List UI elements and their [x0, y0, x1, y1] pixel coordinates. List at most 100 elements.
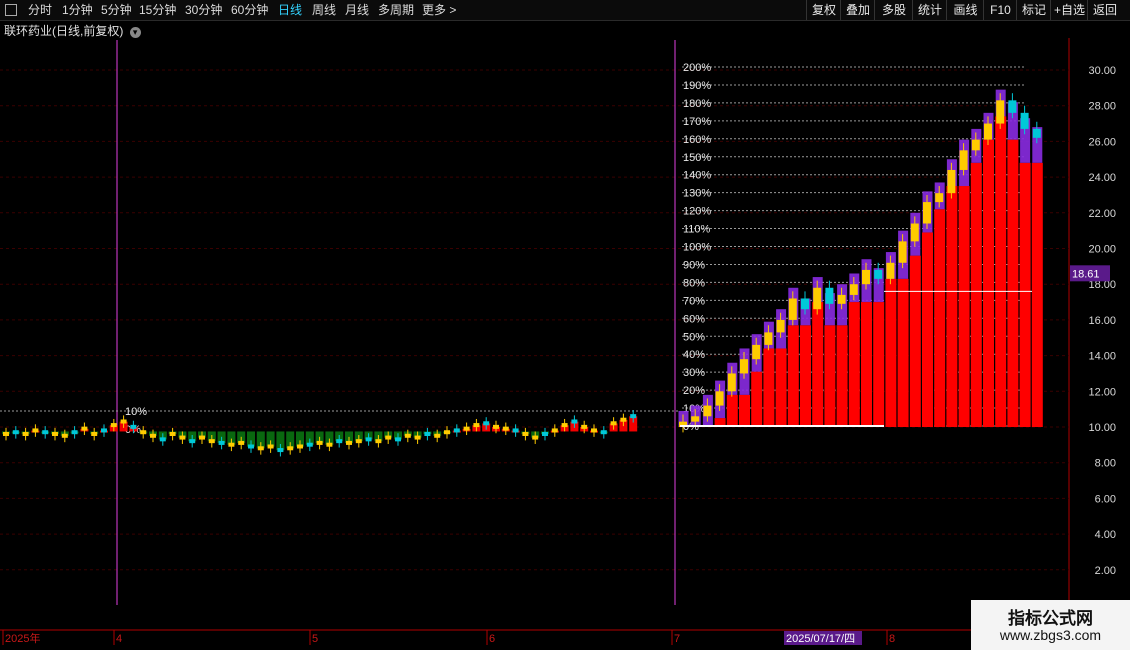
watermark-line2: www.zbgs3.com — [999, 627, 1102, 643]
candle-body — [740, 359, 748, 374]
candle-body — [727, 373, 736, 392]
pct-label-13: 70% — [683, 295, 705, 307]
candle-body — [620, 417, 627, 422]
date-label-1: 4 — [116, 633, 122, 645]
candle-body — [776, 319, 785, 333]
pct-label-8: 120% — [683, 206, 711, 218]
candle-body — [600, 430, 607, 435]
candle-body — [22, 431, 29, 436]
candle-body — [752, 344, 761, 360]
candle-body — [581, 424, 588, 429]
pct-label-18: 20% — [683, 385, 705, 397]
candle-body — [512, 428, 519, 433]
candle-body — [306, 442, 313, 447]
candle-body — [346, 440, 352, 445]
candlestick-chart[interactable]: 30.0028.0026.0024.0022.0020.0018.0016.00… — [0, 0, 1130, 650]
candle-body — [764, 332, 773, 345]
candle-body — [140, 430, 147, 435]
step-bar — [775, 348, 787, 427]
candle-body — [101, 428, 107, 433]
step-bar — [787, 325, 799, 427]
candle-body — [453, 428, 460, 433]
price-tick-8: 14.00 — [1088, 351, 1116, 363]
candle-body — [996, 100, 1005, 124]
candle-body — [463, 426, 470, 431]
step-bar — [958, 186, 970, 427]
candle-body — [874, 269, 883, 279]
step-bar — [922, 232, 933, 427]
candle-body — [42, 430, 49, 435]
candle-body — [886, 262, 895, 279]
pct-label-2: 180% — [683, 98, 711, 110]
step-bar — [824, 325, 836, 427]
candle-body — [551, 428, 558, 433]
candle-body — [61, 433, 68, 438]
candle-body — [984, 123, 992, 140]
candle-body — [532, 435, 539, 440]
candle-body — [287, 446, 294, 451]
candle-body — [542, 431, 548, 436]
candle-body — [159, 437, 166, 442]
candle-body — [365, 437, 372, 442]
step-bar — [763, 348, 775, 427]
candle-body — [502, 426, 509, 431]
candle-body — [971, 139, 980, 151]
candle-body — [610, 421, 617, 426]
price-tick-7: 16.00 — [1088, 315, 1116, 327]
date-label-4: 7 — [674, 633, 680, 645]
price-tick-1: 28.00 — [1088, 101, 1116, 113]
pct-label-16: 40% — [683, 349, 705, 361]
step-bar — [726, 394, 738, 427]
pct-label-14: 60% — [683, 313, 705, 325]
candle-body — [238, 440, 245, 445]
date-highlight: 2025/07/17/四 — [786, 633, 855, 645]
pct-label-4: 160% — [683, 134, 711, 146]
step-bar — [1007, 139, 1019, 428]
price-tick-5: 20.00 — [1088, 244, 1116, 256]
step-bar — [1019, 162, 1031, 427]
candle-body — [375, 439, 382, 444]
pct-label-7: 130% — [683, 188, 711, 200]
date-label-0: 2025年 — [5, 631, 40, 645]
watermark-line1: 指标公式网 — [1008, 609, 1093, 628]
candle-body — [473, 423, 480, 428]
step-bar — [848, 302, 860, 427]
step-bar — [800, 325, 811, 427]
pct-label-11: 90% — [683, 259, 705, 271]
candle-body — [935, 193, 944, 203]
candle-body — [424, 431, 431, 436]
candle-body — [561, 423, 568, 428]
candle-body — [434, 433, 441, 438]
price-tick-13: 4.00 — [1095, 529, 1116, 541]
price-tick-10: 10.00 — [1088, 422, 1116, 434]
candle-body — [208, 439, 215, 444]
candle-body — [837, 294, 846, 304]
step-bar — [1031, 162, 1043, 427]
pct-label-0: 200% — [683, 62, 711, 74]
pct-label-6: 140% — [683, 170, 711, 182]
step-bar — [897, 278, 909, 427]
candle-body — [336, 439, 343, 444]
price-tick-4: 22.00 — [1088, 208, 1116, 220]
pct-label-17: 30% — [683, 367, 705, 379]
price-tick-2: 26.00 — [1088, 136, 1116, 148]
pct-label-15: 50% — [683, 331, 705, 343]
candle-body — [630, 414, 637, 419]
step-bar — [861, 302, 872, 427]
candle-body — [130, 424, 137, 429]
pct-label-9: 110% — [683, 224, 711, 236]
price-tick-12: 6.00 — [1095, 493, 1116, 505]
candle-body — [3, 431, 9, 436]
candle-body — [395, 437, 401, 442]
price-tick-3: 24.00 — [1088, 172, 1116, 184]
candle-body — [150, 433, 156, 438]
candle-body — [385, 435, 392, 440]
price-tick-11: 8.00 — [1095, 458, 1116, 470]
date-label-2: 5 — [312, 633, 318, 645]
candle-body — [715, 391, 724, 406]
candle-body — [228, 442, 235, 447]
candle-body — [355, 439, 362, 444]
pct-label-10: 100% — [683, 242, 711, 254]
candle-body — [169, 431, 176, 436]
candle-body — [801, 298, 809, 310]
